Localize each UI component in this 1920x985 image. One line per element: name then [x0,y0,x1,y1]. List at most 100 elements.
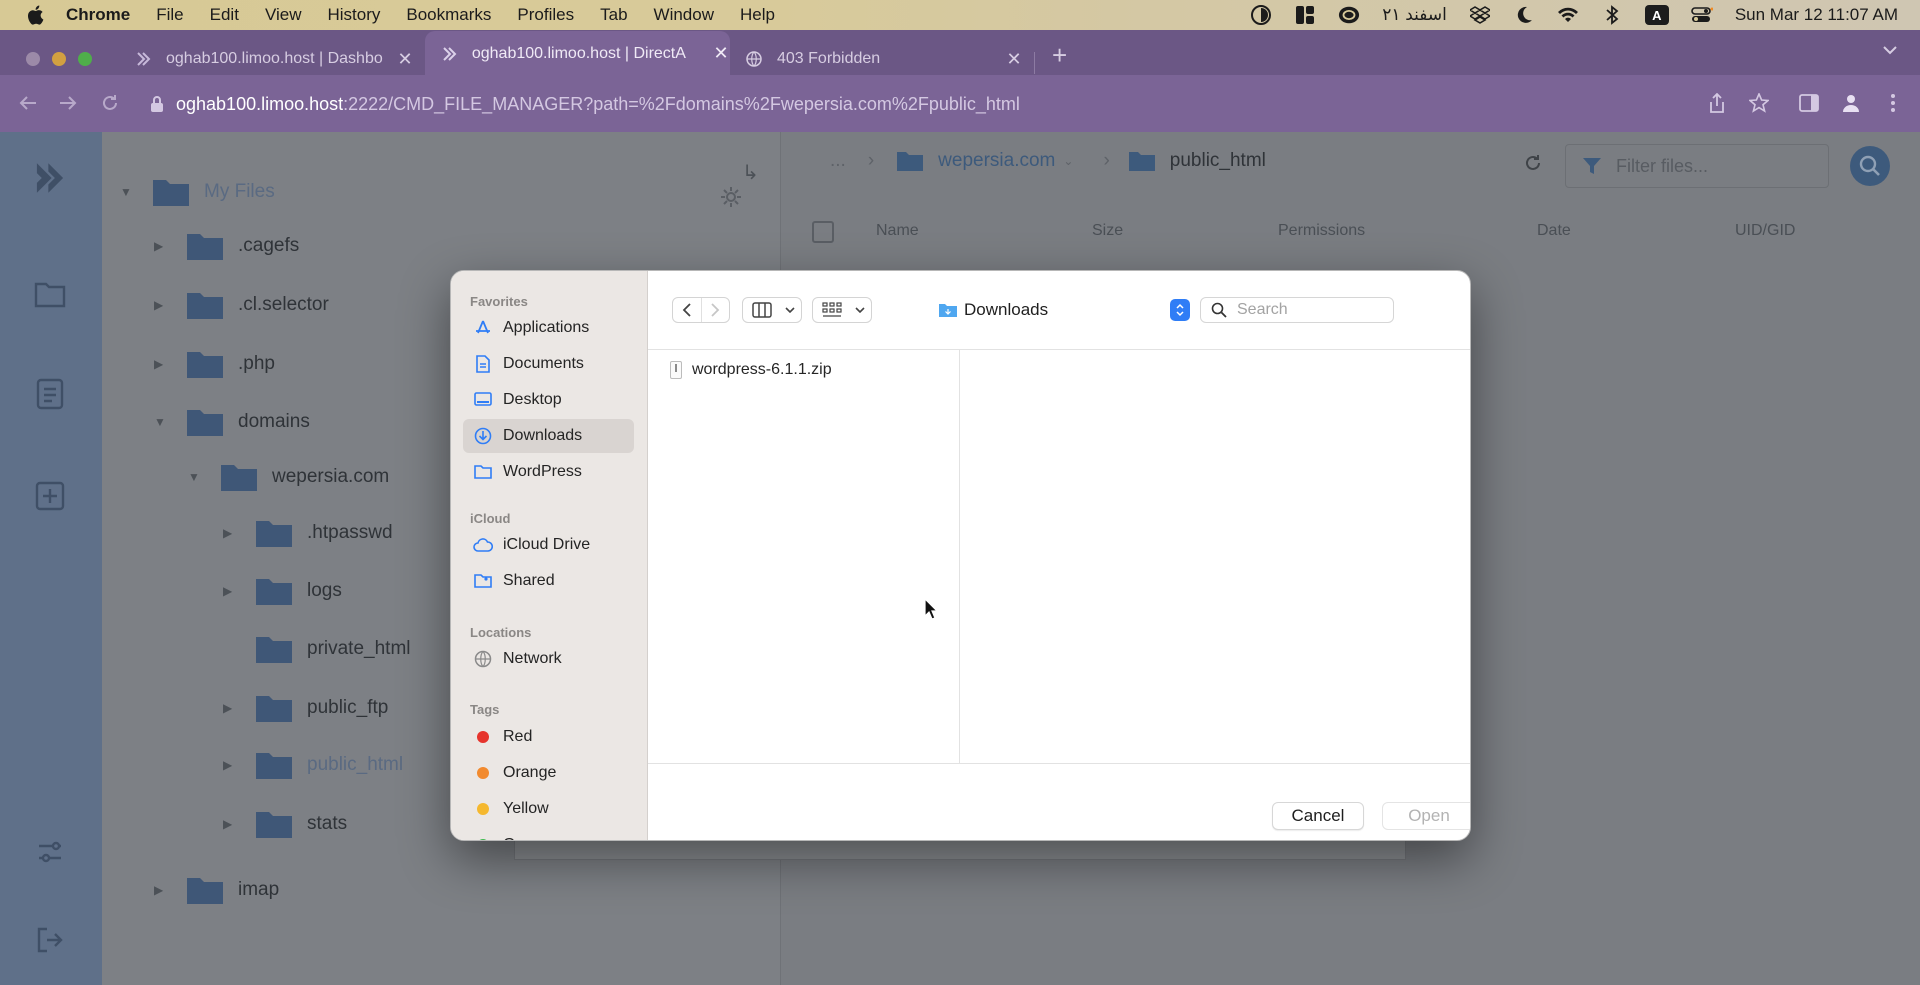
sidebar-item-documents[interactable]: Documents [463,347,634,381]
tree-item[interactable]: private_html [223,629,411,669]
breadcrumb-wepersia[interactable]: wepersia.com [938,150,1055,172]
new-tab-button[interactable]: + [1052,40,1067,71]
column-size[interactable]: Size [1092,222,1123,240]
tab-close-icon[interactable]: ✕ [1005,49,1023,70]
reload-icon[interactable] [100,93,120,113]
caret-down-icon[interactable]: ▼ [120,185,134,199]
sidebar-item-network[interactable]: Network [463,642,634,676]
menu-history[interactable]: History [327,5,380,25]
tab-search-chevron-icon[interactable] [1882,42,1898,60]
caret-right-icon[interactable]: ▶ [223,526,237,540]
breadcrumb-ellipsis[interactable]: ... [830,150,846,172]
tree-item[interactable]: ▶ public_html [223,745,403,785]
bluetooth-icon[interactable] [1601,4,1623,26]
apple-icon[interactable] [24,4,46,26]
settings-sliders-icon[interactable] [32,834,68,870]
activity-monitor-icon[interactable] [1250,4,1272,26]
menu-bookmarks[interactable]: Bookmarks [406,5,491,25]
input-source-indicator[interactable]: A [1644,5,1669,25]
sidebar-tag-green[interactable]: Green [463,828,634,840]
tree-item[interactable]: ▶ logs [223,571,342,611]
caret-right-icon[interactable]: ▶ [223,817,237,831]
document-nav-icon[interactable] [32,376,68,412]
side-panel-icon[interactable] [1798,92,1820,114]
column-date[interactable]: Date [1537,222,1571,240]
tab-close-icon[interactable]: ✕ [396,49,414,70]
tree-item[interactable]: ▶ public_ftp [223,688,388,728]
view-mode-select[interactable] [742,297,802,323]
menu-profiles[interactable]: Profiles [517,5,574,25]
more-menu-icon[interactable] [1882,92,1904,114]
forward-arrow-icon[interactable] [58,93,78,113]
caret-right-icon[interactable]: ▶ [154,357,168,371]
add-nav-icon[interactable] [32,478,68,514]
sidebar-item-icloud-drive[interactable]: iCloud Drive [463,528,634,562]
menu-window[interactable]: Window [654,5,714,25]
caret-right-icon[interactable]: ▶ [223,701,237,715]
tree-item[interactable]: ▼ My Files [120,172,275,212]
sidebar-item-applications[interactable]: Applications [463,311,634,345]
sidebar-item-downloads[interactable]: Downloads [463,419,634,453]
back-chevron-icon[interactable] [673,298,702,322]
file-item-wordpress-zip[interactable]: wordpress-6.1.1.zip [670,356,832,384]
tab-close-icon[interactable]: ✕ [712,43,730,64]
menu-file[interactable]: File [156,5,183,25]
tree-item[interactable]: ▶ .php [154,344,275,384]
filter-files-input[interactable]: Filter files... [1565,144,1829,188]
sidebar-tag-red[interactable]: Red [463,720,634,754]
caret-right-icon[interactable]: ▶ [223,584,237,598]
column-permissions[interactable]: Permissions [1278,222,1365,240]
collapse-panel-icon[interactable]: ↳ [742,160,759,185]
caret-down-icon[interactable]: ▼ [154,415,168,429]
persian-date[interactable]: ۲۱ اسفند [1382,5,1447,25]
share-icon[interactable] [1706,92,1728,114]
address-bar[interactable]: oghab100.limoo.host:2222/CMD_FILE_MANAGE… [150,91,1020,117]
breadcrumb-public-html[interactable]: public_html [1170,150,1266,172]
tree-item[interactable]: ▼ wepersia.com [188,457,389,497]
caret-right-icon[interactable]: ▶ [154,239,168,253]
window-close-button[interactable] [26,52,40,66]
dialog-search-field[interactable]: Search [1200,297,1394,323]
location-popup[interactable]: Downloads [930,297,1190,323]
control-center-icon[interactable] [1691,4,1713,26]
select-all-checkbox[interactable] [812,221,834,243]
wifi-icon[interactable] [1557,4,1579,26]
tab-directadmin[interactable]: oghab100.limoo.host | DirectA ✕ [425,31,730,76]
forward-chevron-icon[interactable] [702,298,730,322]
folder-nav-icon[interactable] [32,276,68,312]
window-maximize-button[interactable] [78,52,92,66]
moon-icon[interactable] [1513,4,1535,26]
creative-cloud-icon[interactable] [1338,4,1360,26]
menu-help[interactable]: Help [740,5,775,25]
logout-icon[interactable] [32,922,68,958]
tab-dashboard[interactable]: oghab100.limoo.host | Dashbo ✕ [134,42,414,76]
sidebar-item-shared[interactable]: Shared [463,564,634,598]
sidebar-item-desktop[interactable]: Desktop [463,383,634,417]
caret-right-icon[interactable]: ▶ [154,298,168,312]
menu-edit[interactable]: Edit [210,5,239,25]
gear-icon[interactable] [720,186,742,213]
cancel-button[interactable]: Cancel [1272,802,1364,830]
bookmark-star-icon[interactable] [1748,92,1770,114]
chevron-down-icon[interactable]: ⌄ [1063,154,1073,168]
refresh-icon[interactable] [1524,154,1542,177]
layout-grid-icon[interactable] [1294,4,1316,26]
sidebar-tag-orange[interactable]: Orange [463,756,634,790]
sidebar-item-wordpress[interactable]: WordPress [463,455,634,489]
tree-item[interactable]: ▶ stats [223,804,347,844]
caret-right-icon[interactable]: ▶ [154,883,168,897]
group-mode-select[interactable] [812,297,872,323]
column-name[interactable]: Name [876,222,919,240]
menu-view[interactable]: View [265,5,302,25]
window-minimize-button[interactable] [52,52,66,66]
dropbox-icon[interactable] [1469,4,1491,26]
tree-item[interactable]: ▶ .cl.selector [154,285,329,325]
tab-forbidden[interactable]: 403 Forbidden ✕ [745,42,1023,76]
menu-app-name[interactable]: Chrome [66,5,130,25]
search-button[interactable] [1850,146,1890,186]
back-arrow-icon[interactable] [18,93,38,113]
tree-item[interactable]: ▼ domains [154,402,310,442]
open-button[interactable]: Open [1382,802,1470,830]
caret-down-icon[interactable]: ▼ [188,470,202,484]
directadmin-logo-icon[interactable] [32,160,68,196]
